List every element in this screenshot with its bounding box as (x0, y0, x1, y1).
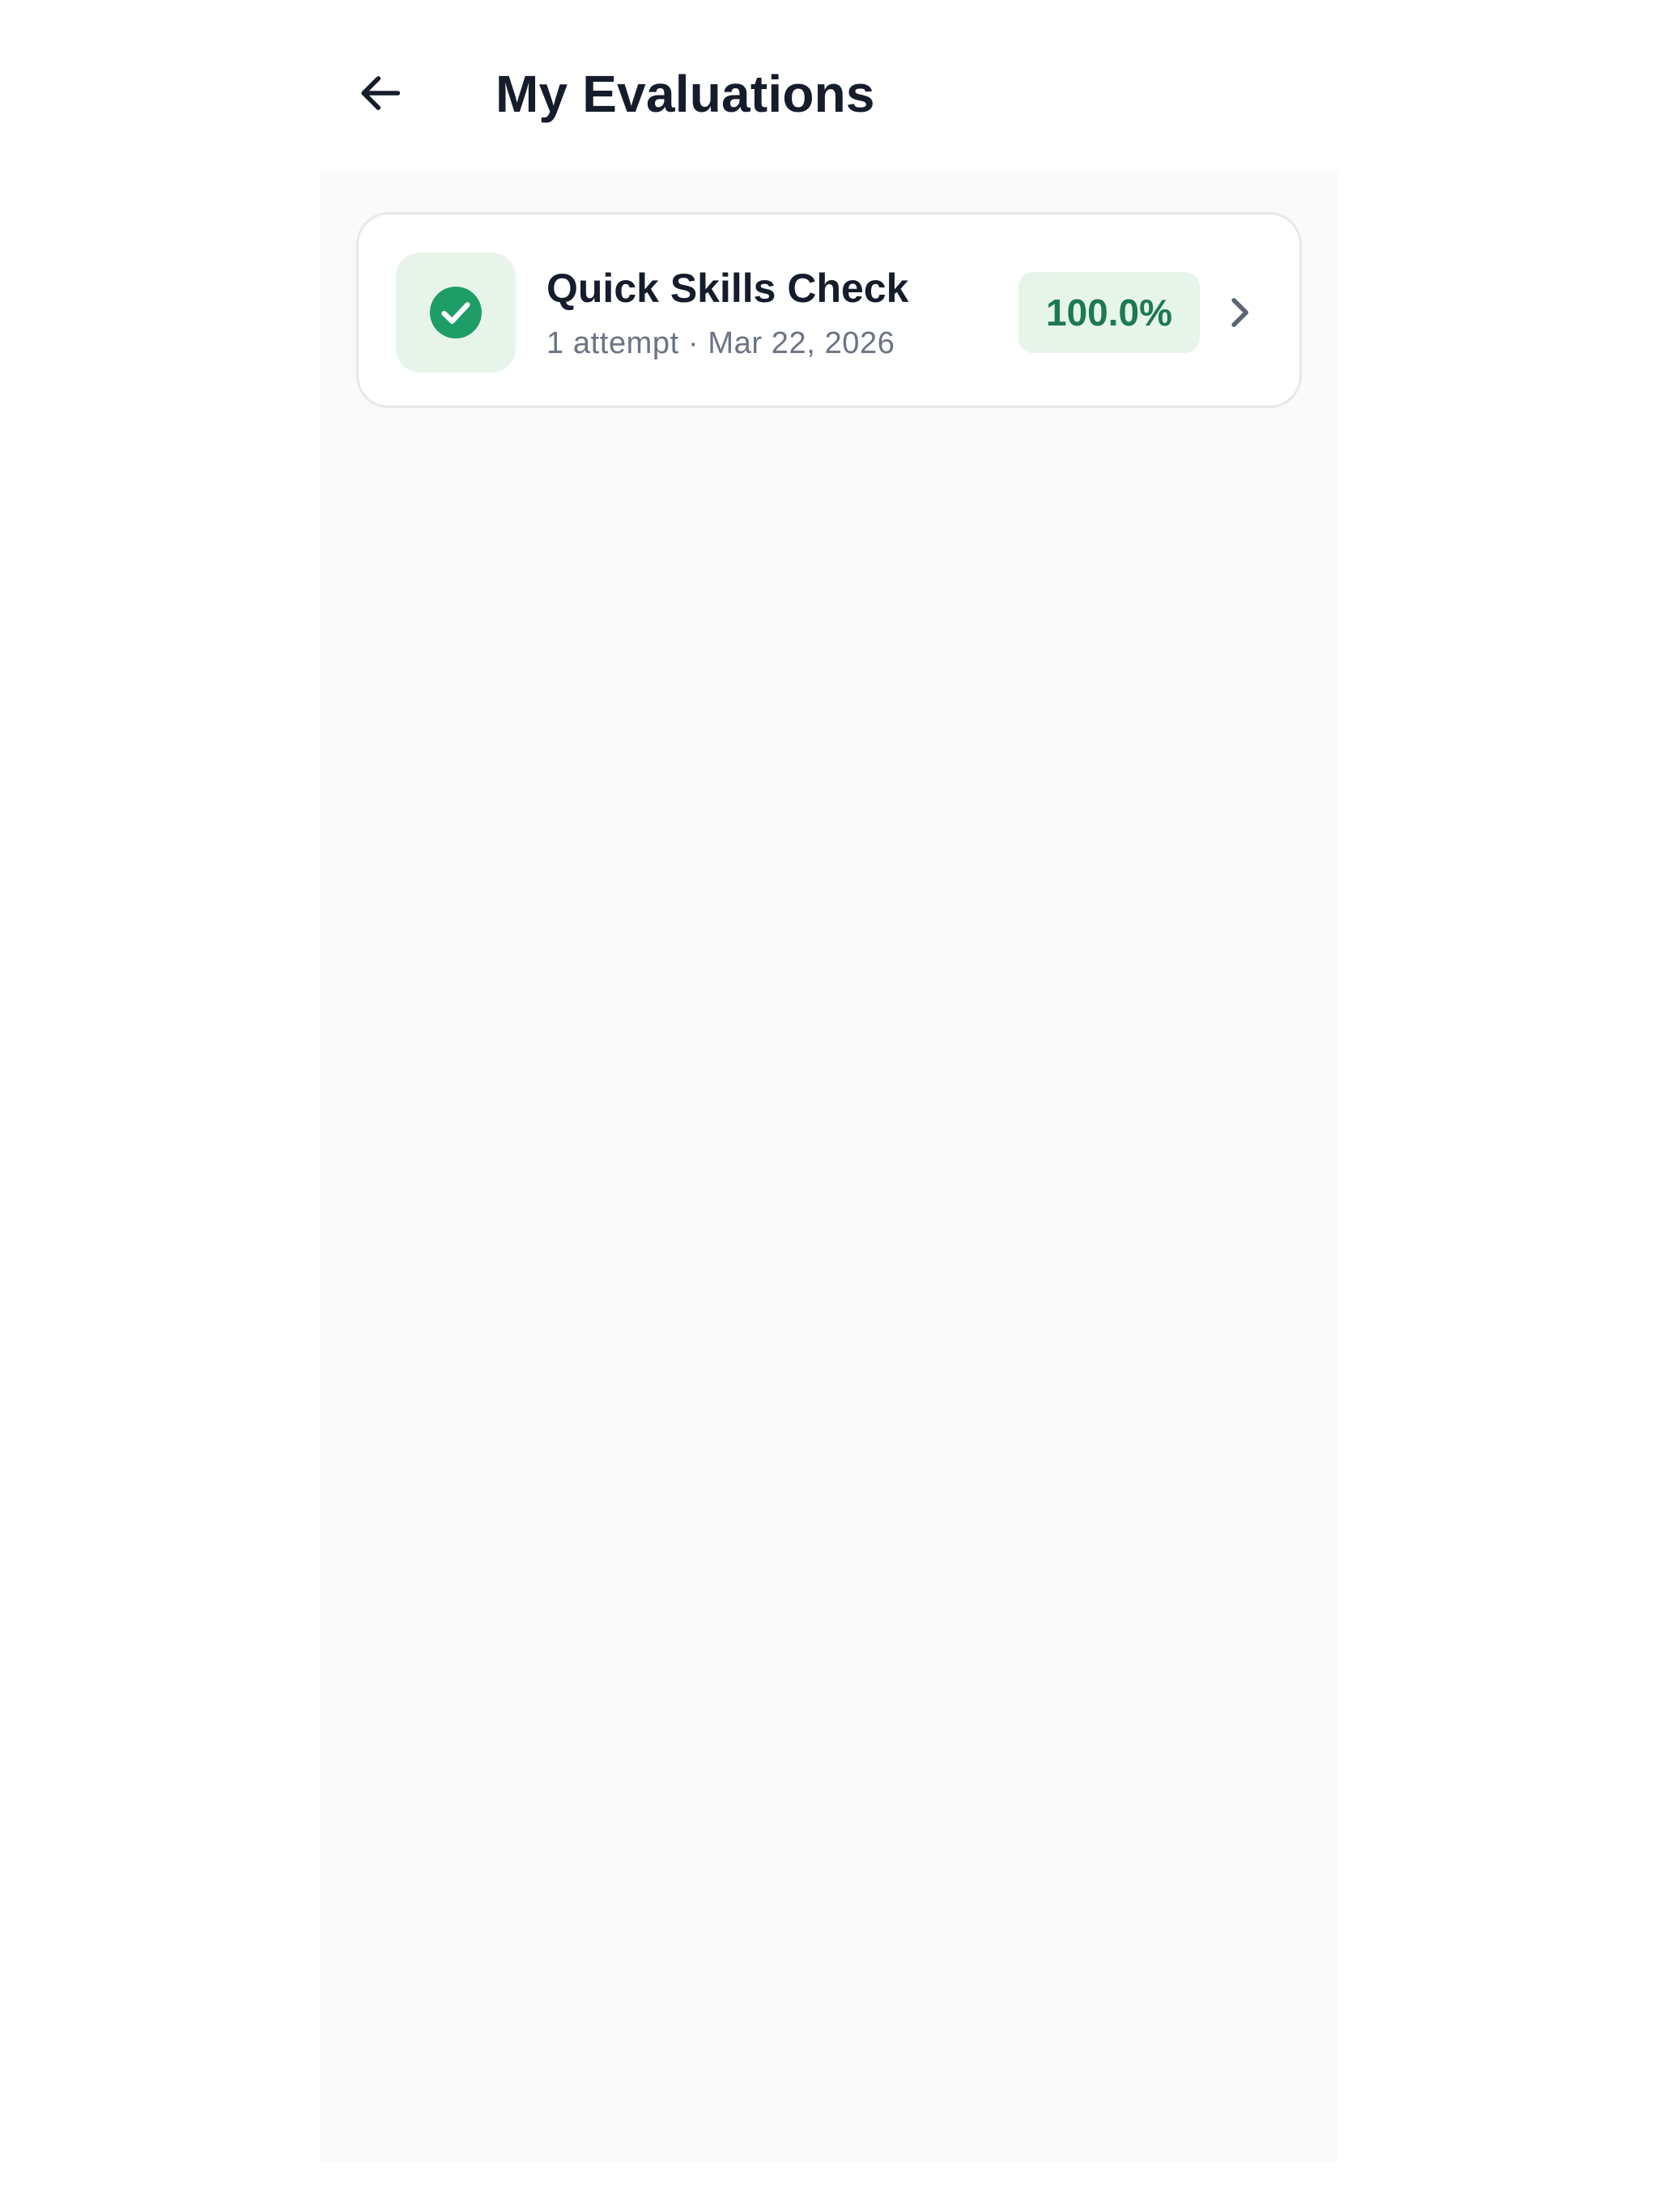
evaluation-meta: 1 attempt · Mar 22, 2026 (546, 326, 895, 360)
top-app-bar: My Evaluations (320, 0, 1338, 172)
evaluations-list: Quick Skills Check 1 attempt · Mar 22, 2… (320, 172, 1338, 2162)
check-circle-icon (430, 287, 482, 338)
arrow-left-icon (361, 76, 401, 110)
page-title: My Evaluations (495, 65, 875, 123)
score-badge: 100.0% (1018, 272, 1200, 353)
chevron-right-icon[interactable] (1221, 292, 1258, 333)
back-button[interactable] (352, 65, 409, 121)
evaluation-title: Quick Skills Check (546, 266, 909, 311)
app-screen: My Evaluations Quick Skills Check 1 atte… (320, 0, 1338, 2162)
status-tile (396, 253, 516, 372)
evaluation-card[interactable]: Quick Skills Check 1 attempt · Mar 22, 2… (356, 212, 1302, 408)
